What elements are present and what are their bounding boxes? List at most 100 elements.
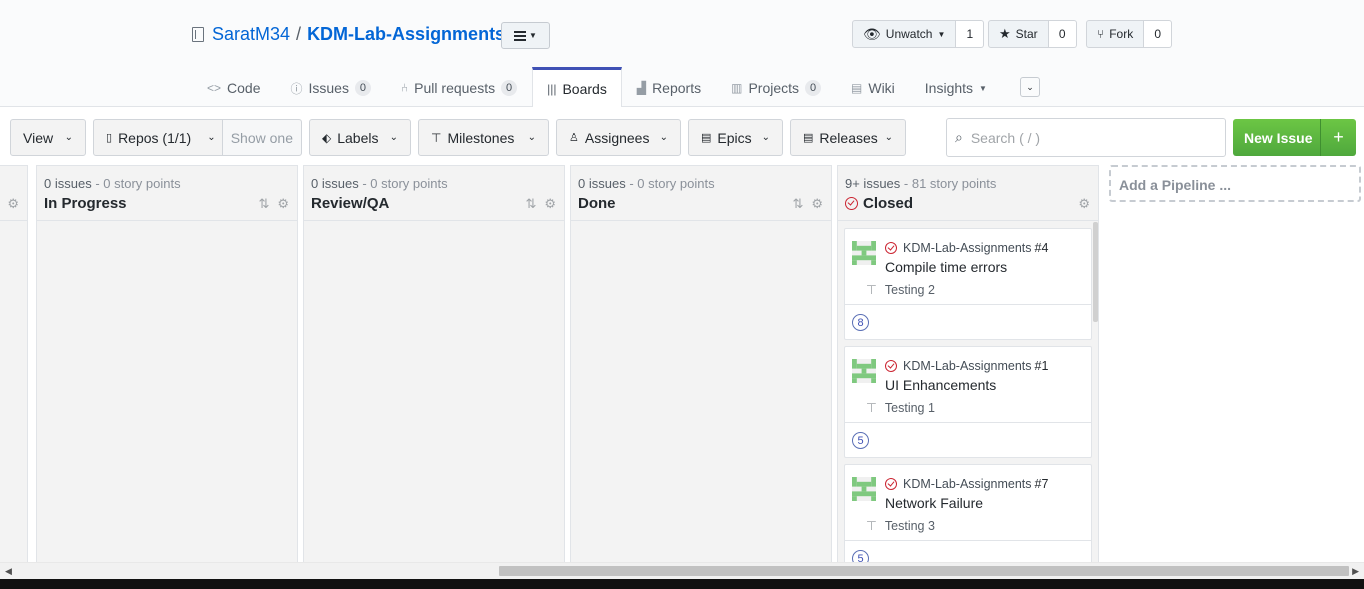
scroll-right-arrow-icon[interactable]: ▶ [1352, 566, 1359, 577]
repo-name-link[interactable]: KDM-Lab-Assignments [307, 24, 505, 45]
search-icon: ⌕ [955, 129, 963, 145]
star-count[interactable]: 0 [1048, 20, 1077, 48]
story-points: - 81 story points [903, 176, 997, 191]
fork-button[interactable]: ⑂ Fork [1086, 20, 1145, 48]
new-issue-button[interactable]: New Issue [1233, 130, 1320, 146]
releases-dropdown[interactable]: ▤ Releases ⌄ [790, 119, 906, 156]
caret-down-icon: ▼ [529, 31, 537, 40]
caret-down-icon: ▼ [979, 83, 987, 93]
sort-icon[interactable]: ⇅ [792, 196, 803, 212]
gear-icon[interactable]: ⚙ [811, 196, 823, 212]
pipeline-review-qa: 0 issues - 0 story points Review/QA ⇅ ⚙ [303, 165, 565, 562]
tab-reports[interactable]: ▟ Reports [622, 67, 716, 107]
boards-icon: ||| [547, 81, 557, 96]
tab-code[interactable]: <> Code [192, 67, 275, 107]
pipeline-done: 0 issues - 0 story points Done ⇅ ⚙ [570, 165, 832, 562]
tab-pull-requests-label: Pull requests [414, 80, 496, 96]
estimate-badge: 5 [852, 432, 869, 449]
pipeline-meta: 0 issues - 0 story points [44, 176, 289, 191]
labels-dropdown[interactable]: ⬖ Labels ⌄ [309, 119, 411, 156]
tab-wiki[interactable]: ▤ Wiki [836, 67, 910, 107]
milestones-dropdown[interactable]: ⊤ Milestones ⌄ [418, 119, 549, 156]
issue-title[interactable]: Compile time errors [885, 259, 1007, 275]
pull-requests-count-badge: 0 [501, 80, 518, 96]
fork-count[interactable]: 0 [1144, 20, 1173, 48]
board: ⚙ 0 issues - 0 story points In Progress … [0, 165, 1364, 562]
assignees-dropdown[interactable]: ♙ Assignees ⌄ [556, 119, 681, 156]
closed-issue-icon [885, 478, 897, 490]
issue-icon: ⓘ [290, 81, 303, 96]
issue-card[interactable]: KDM-Lab-Assignments #1 UI Enhancements ⊤… [844, 346, 1092, 458]
repo-separator: / [296, 23, 302, 44]
repo-icon: ▯ [106, 132, 113, 144]
pull-request-icon: ⑃ [400, 81, 409, 95]
nav-more-dropdown[interactable]: ⌄ [1019, 77, 1040, 97]
tab-boards[interactable]: ||| Boards [532, 67, 622, 108]
chevron-down-icon: ⌄ [64, 132, 73, 143]
tag-icon: ⬖ [322, 130, 332, 145]
chevron-down-icon: ⌄ [761, 132, 770, 143]
repo-owner-link[interactable]: SaratM34 [212, 24, 290, 45]
chevron-down-icon: ⌄ [884, 132, 893, 143]
board-search[interactable]: ⌕ [946, 118, 1226, 157]
pipeline-header: ⚙ [0, 166, 27, 221]
chevron-down-icon: ⌄ [389, 132, 398, 143]
avatar [852, 241, 876, 265]
tab-pull-requests[interactable]: ⑃ Pull requests 0 [386, 67, 532, 107]
gear-icon[interactable]: ⚙ [544, 196, 556, 212]
gear-icon[interactable]: ⚙ [277, 196, 289, 212]
issue-card[interactable]: KDM-Lab-Assignments #7 Network Failure ⊤… [844, 464, 1092, 562]
issue-title[interactable]: Network Failure [885, 495, 983, 511]
pipeline-header: 9+ issues - 81 story points Closed ⚙ [838, 166, 1098, 221]
tab-projects[interactable]: ▥ Projects 0 [716, 67, 836, 107]
sort-icon[interactable]: ⇅ [525, 196, 536, 212]
epics-label: Epics [717, 129, 752, 146]
add-pipeline-button[interactable]: Add a Pipeline ... [1109, 165, 1361, 202]
pipeline-meta: 0 issues - 0 story points [311, 176, 556, 191]
pipeline-name-row: Closed [845, 195, 1090, 212]
repo-list-menu-button[interactable]: ▼ [501, 22, 550, 49]
story-points: - 0 story points [362, 176, 448, 191]
sort-icon[interactable]: ⇅ [258, 196, 269, 212]
issue-repo: KDM-Lab-Assignments [903, 359, 1032, 373]
star-group: ★ Star 0 [988, 20, 1077, 48]
scroll-left-arrow-icon[interactable]: ◀ [5, 566, 12, 577]
pipeline-header: 0 issues - 0 story points Review/QA ⇅ ⚙ [304, 166, 564, 221]
story-points: - 0 story points [95, 176, 181, 191]
milestone-icon: ⊤ [866, 401, 877, 415]
repos-dropdown[interactable]: ▯ Repos (1/1) ⌄ Show one [93, 119, 302, 156]
pipeline-name: In Progress [44, 195, 127, 212]
pipeline-header: 0 issues - 0 story points Done ⇅ ⚙ [571, 166, 831, 221]
unwatch-button[interactable]: 👁 Unwatch ▼ [852, 20, 957, 48]
estimate-badge: 8 [852, 314, 869, 331]
star-button[interactable]: ★ Star [988, 20, 1049, 48]
pipeline-scrollbar[interactable] [1093, 222, 1098, 322]
star-icon: ★ [999, 26, 1011, 41]
search-input[interactable] [970, 129, 1201, 146]
watch-count[interactable]: 1 [956, 20, 985, 48]
tab-issues[interactable]: ⓘ Issues 0 [275, 67, 385, 107]
issue-card-footer: 5 [845, 423, 1091, 457]
show-one-button[interactable]: Show one [221, 120, 301, 155]
issue-title[interactable]: UI Enhancements [885, 377, 996, 393]
new-issue-plus-button[interactable]: + [1320, 119, 1356, 156]
epics-dropdown[interactable]: ▤ Epics ⌄ [688, 119, 783, 156]
avatar [852, 359, 876, 383]
issue-card[interactable]: KDM-Lab-Assignments #4 Compile time erro… [844, 228, 1092, 340]
milestones-label: Milestones [447, 129, 515, 146]
tab-reports-label: Reports [652, 80, 702, 96]
issue-count: 0 issues [311, 176, 359, 191]
issue-repo-line: KDM-Lab-Assignments #1 [885, 359, 1048, 373]
view-dropdown[interactable]: View ⌄ [10, 119, 86, 156]
story-points: - 0 story points [629, 176, 715, 191]
horizontal-scrollbar[interactable]: ◀ ▶ [0, 562, 1364, 579]
issue-number: #4 [1034, 241, 1049, 255]
issues-count-badge: 0 [354, 80, 371, 96]
gear-icon[interactable]: ⚙ [7, 196, 19, 212]
scrollbar-thumb[interactable] [499, 566, 1349, 576]
eye-icon: 👁 [863, 25, 881, 42]
closed-issue-icon [885, 242, 897, 254]
gear-icon[interactable]: ⚙ [1078, 196, 1090, 212]
tab-insights[interactable]: Insights ▼ [910, 67, 1002, 107]
issue-count: 0 issues [44, 176, 92, 191]
